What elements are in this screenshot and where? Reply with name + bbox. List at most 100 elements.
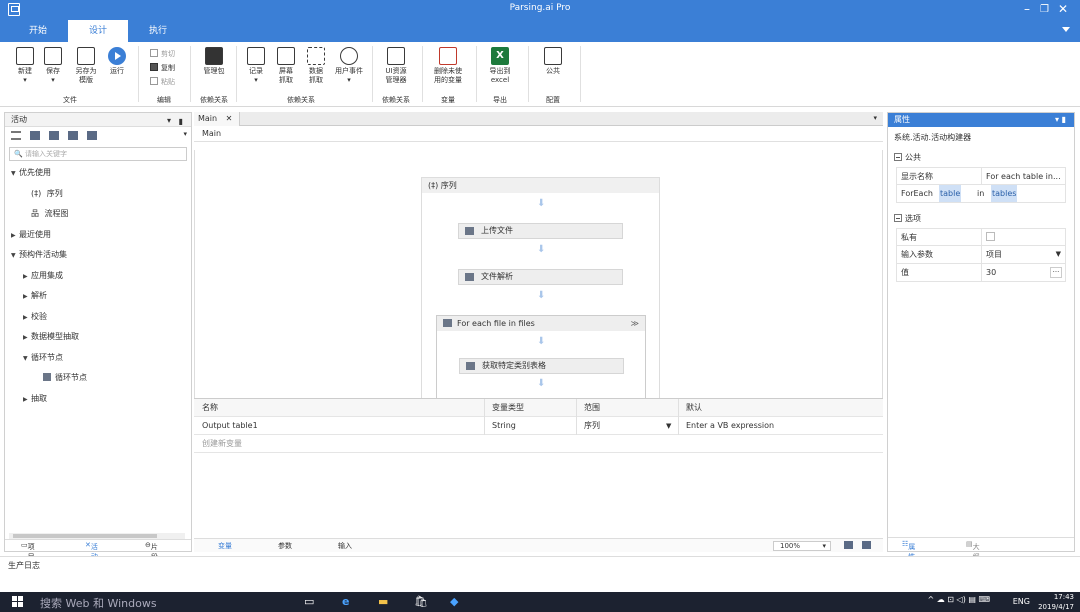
toolbar-dropdown-icon[interactable]: ▾ bbox=[183, 130, 187, 138]
filter-icon-2[interactable] bbox=[49, 131, 59, 140]
activities-search-input[interactable]: 🔍 请输入关键字 bbox=[9, 147, 187, 161]
file-explorer-icon[interactable]: ▬ bbox=[378, 595, 388, 608]
ribbon-collapse-icon[interactable] bbox=[1062, 27, 1070, 32]
collapsed-arrow-icon[interactable]: ▶ bbox=[23, 390, 31, 411]
cut-button[interactable]: 剪切 bbox=[150, 49, 175, 60]
store-icon[interactable]: 🛍 bbox=[414, 595, 428, 608]
screen-scrape-button[interactable]: 屏幕 抓取 bbox=[272, 47, 300, 85]
tab-properties[interactable]: ☷ 属性 bbox=[902, 540, 915, 561]
foreach-collection-input[interactable]: tables bbox=[991, 185, 1018, 202]
foreach-container[interactable]: For each file in files ≫ ⬇ 获取特定类别表格 ⬇ bbox=[436, 315, 646, 398]
tab-start[interactable]: 开始 bbox=[20, 20, 56, 42]
tab-snippets[interactable]: ⊖ 片段 bbox=[145, 541, 158, 561]
delete-unused-variables-button[interactable]: 删除未使 用的变量 bbox=[428, 47, 468, 85]
tab-main[interactable]: Main ✕ bbox=[194, 112, 240, 126]
tree-item[interactable]: ▶ 数据模型抽取 bbox=[11, 327, 191, 348]
tab-activities[interactable]: ✕ 活动 bbox=[85, 541, 98, 561]
copy-button[interactable]: 复制 bbox=[150, 63, 175, 74]
tab-project[interactable]: ▭ 项目 bbox=[21, 541, 35, 561]
property-private[interactable]: 私有 bbox=[896, 228, 1066, 246]
windows-start-icon[interactable] bbox=[12, 596, 24, 608]
filter-icon-3[interactable] bbox=[68, 131, 78, 140]
ui-resource-manager-button[interactable]: UI资源 管理器 bbox=[378, 47, 414, 85]
panel-dropdown-icon[interactable]: ▾ bbox=[167, 114, 171, 128]
edge-icon[interactable]: e bbox=[342, 595, 349, 608]
app-taskbar-icon[interactable]: ◆ bbox=[450, 595, 458, 608]
collapsed-arrow-icon[interactable]: ▶ bbox=[11, 226, 19, 247]
tree-item[interactable]: ▶ 最近使用 bbox=[11, 225, 191, 246]
new-button[interactable]: 新建 ▾ bbox=[12, 47, 38, 85]
tab-execute[interactable]: 执行 bbox=[140, 20, 176, 42]
create-variable-row[interactable]: 创建新变量 bbox=[194, 435, 883, 453]
save-button[interactable]: 保存 ▾ bbox=[40, 47, 66, 85]
expanded-arrow-icon[interactable]: ▼ bbox=[23, 349, 31, 370]
tree-item[interactable]: ▼ 优先使用 bbox=[11, 163, 191, 184]
record-button[interactable]: 记录 ▾ bbox=[242, 47, 270, 85]
common-button[interactable]: 公共 bbox=[538, 47, 568, 76]
expanded-arrow-icon[interactable]: ▼ bbox=[11, 164, 19, 185]
activity-get-table[interactable]: 获取特定类别表格 bbox=[459, 358, 624, 374]
zoom-select[interactable]: 100% ▾ bbox=[773, 541, 831, 551]
activity-parse-file[interactable]: 文件解析 bbox=[458, 269, 623, 285]
tree-item[interactable]: 品 流程图 bbox=[11, 204, 191, 225]
maximize-button[interactable]: ❐ bbox=[1040, 4, 1049, 15]
property-value[interactable]: 值 30 ··· bbox=[896, 264, 1066, 282]
property-display-name[interactable]: 显示名称 For each table in... bbox=[896, 167, 1066, 185]
task-view-icon[interactable]: ▭ bbox=[304, 595, 314, 608]
close-button[interactable]: ✕ bbox=[1058, 2, 1068, 16]
system-tray-icons[interactable]: ^ ☁ ⊡ ◁) ▤ ⌨ bbox=[928, 595, 991, 604]
collapsed-arrow-icon[interactable]: ▶ bbox=[23, 328, 31, 349]
collapsed-arrow-icon[interactable]: ▶ bbox=[23, 267, 31, 288]
tree-item[interactable]: 循环节点 bbox=[11, 368, 191, 389]
foreach-item-input[interactable]: table bbox=[939, 185, 962, 202]
pin-icon[interactable]: ▾ ▮ bbox=[1055, 113, 1066, 127]
manage-packages-button[interactable]: 管理包 bbox=[198, 47, 230, 76]
ellipsis-button[interactable]: ··· bbox=[1050, 267, 1062, 278]
data-scrape-button[interactable]: 数据 抓取 bbox=[302, 47, 330, 85]
language-indicator[interactable]: ENG bbox=[1013, 597, 1030, 606]
run-button[interactable]: 运行 bbox=[104, 47, 130, 76]
expanded-arrow-icon[interactable]: ▼ bbox=[11, 246, 19, 267]
taskbar-search-input[interactable]: 搜索 Web 和 Windows bbox=[40, 595, 157, 611]
foreach-header[interactable]: For each file in files ≫ bbox=[437, 316, 645, 331]
filter-icon-4[interactable] bbox=[87, 131, 97, 140]
sequence-header[interactable]: (‡) 序列 bbox=[422, 178, 659, 193]
tab-arguments[interactable]: 参数 bbox=[278, 541, 292, 551]
collapsed-arrow-icon[interactable]: ▶ bbox=[23, 308, 31, 329]
activity-upload-file[interactable]: 上传文件 bbox=[458, 223, 623, 239]
table-row[interactable]: Output table1 String 序列 ▼ Enter a VB exp… bbox=[194, 417, 883, 435]
breadcrumb[interactable]: Main bbox=[194, 126, 883, 142]
tabs-dropdown-icon[interactable]: ▾ bbox=[873, 114, 877, 122]
user-events-button[interactable]: 用户事件 ▾ bbox=[332, 47, 366, 85]
section-common[interactable]: 公共 bbox=[888, 148, 1074, 167]
minimize-button[interactable]: – bbox=[1024, 2, 1030, 16]
tree-item[interactable]: ▶ 应用集成 bbox=[11, 266, 191, 287]
export-excel-button[interactable]: X 导出到 excel bbox=[482, 47, 518, 85]
tab-outline[interactable]: ▤ 大纲 bbox=[966, 540, 980, 561]
tab-variables[interactable]: 变量 bbox=[218, 541, 232, 551]
tab-imports[interactable]: 输入 bbox=[338, 541, 352, 551]
taskbar-clock[interactable]: 17:43 2019/4/17 bbox=[1038, 592, 1074, 612]
tree-item[interactable]: ▶ 校验 bbox=[11, 307, 191, 328]
tree-item[interactable]: (‡) 序列 bbox=[11, 184, 191, 205]
save-as-template-button[interactable]: 另存为 模版 bbox=[70, 47, 102, 85]
overview-icon[interactable] bbox=[844, 541, 853, 549]
section-options[interactable]: 选项 bbox=[888, 209, 1074, 228]
property-input-args[interactable]: 输入参数 项目 ▼ bbox=[896, 246, 1066, 264]
private-checkbox[interactable] bbox=[986, 232, 995, 241]
property-foreach[interactable]: ForEach table in tables bbox=[896, 185, 1066, 203]
group-label-dependencies-3: 依赖关系 bbox=[382, 96, 410, 104]
tree-item[interactable]: ▶ 解析 bbox=[11, 286, 191, 307]
filter-icon-1[interactable] bbox=[30, 131, 40, 140]
tab-design[interactable]: 设计 bbox=[68, 20, 128, 42]
tree-item[interactable]: ▼ 预构件活动集 bbox=[11, 245, 191, 266]
fit-screen-icon[interactable] bbox=[862, 541, 871, 549]
designer-canvas[interactable]: (‡) 序列 ⬇ 上传文件 ⬇ 文件解析 ⬇ For each file in … bbox=[194, 150, 883, 398]
tree-item[interactable]: ▶ 抽取 bbox=[11, 389, 191, 410]
expand-all-icon[interactable] bbox=[11, 131, 21, 140]
output-log-bar[interactable]: 生产日志 bbox=[0, 556, 1080, 574]
paste-button[interactable]: 粘贴 bbox=[150, 77, 175, 88]
sequence-container[interactable]: (‡) 序列 ⬇ 上传文件 ⬇ 文件解析 ⬇ For each file in … bbox=[421, 177, 660, 398]
tree-item[interactable]: ▼ 循环节点 bbox=[11, 348, 191, 369]
collapsed-arrow-icon[interactable]: ▶ bbox=[23, 287, 31, 308]
